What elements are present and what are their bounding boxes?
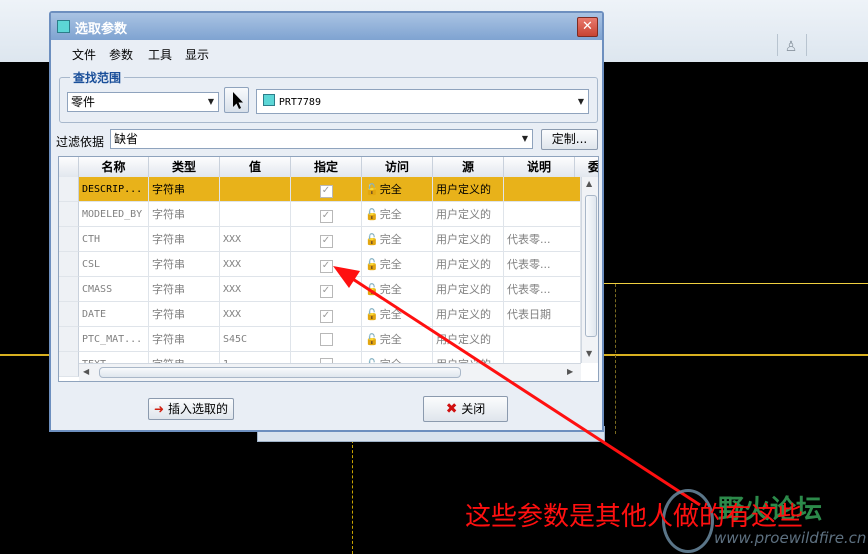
annotation-text: 这些参数是其他人做的有这些 (465, 502, 804, 532)
annotation-arrow (333, 266, 701, 507)
